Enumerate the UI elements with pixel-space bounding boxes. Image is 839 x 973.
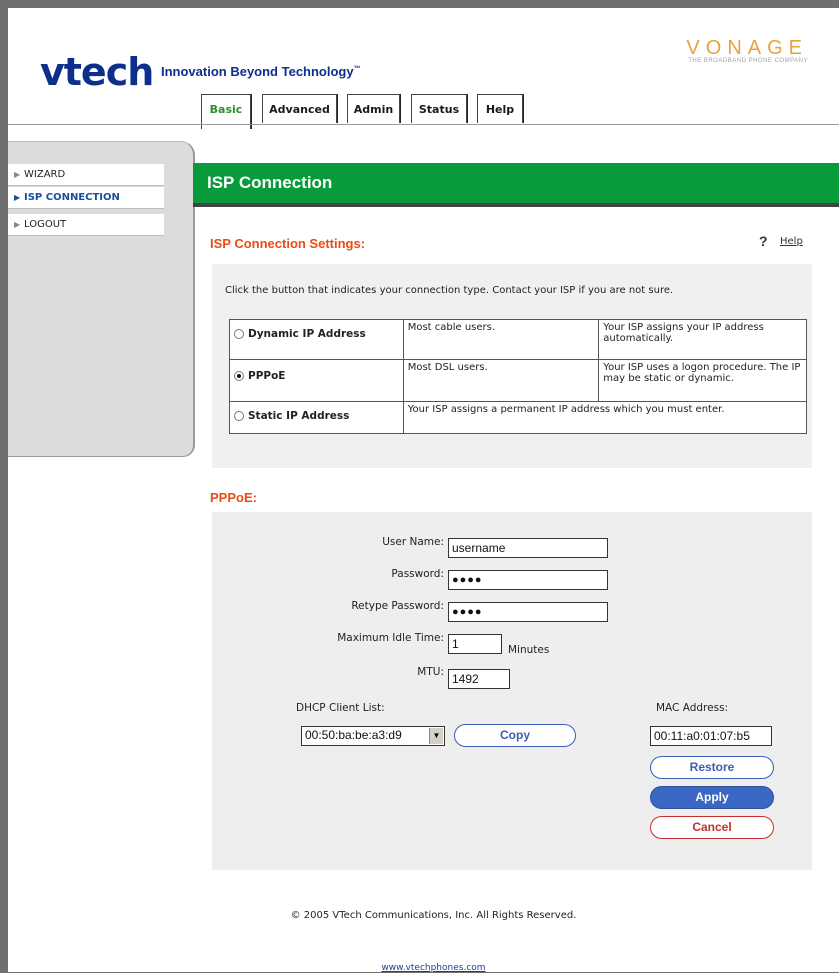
page-title: ISP Connection — [207, 173, 333, 192]
tab-baseline — [8, 124, 839, 125]
title-divider — [193, 203, 839, 207]
vonage-logo: VONAGE THE BROADBAND PHONE COMPANY — [628, 38, 808, 64]
radio-dynamic-ip[interactable] — [234, 329, 244, 339]
table-row: Dynamic IP Address Most cable users. You… — [229, 319, 807, 360]
section-title-settings: ISP Connection Settings: — [210, 236, 366, 251]
option-label: PPPoE — [248, 370, 286, 382]
mac-address-label: MAC Address: — [656, 702, 729, 714]
mac-address-input[interactable]: 00:11:a0:01:07:b5 — [650, 726, 772, 746]
sidebar: ▶ WIZARD ▶ ISP CONNECTION ▶ LOGOUT — [8, 141, 195, 457]
tab-advanced[interactable]: Advanced — [262, 94, 337, 123]
app-window: vtech Innovation Beyond Technology™ VONA… — [8, 8, 839, 973]
option-label: Dynamic IP Address — [248, 328, 366, 340]
pppoe-settings-box: User Name: username Password: ●●●● Retyp… — [212, 512, 812, 870]
sidebar-item-wizard[interactable]: ▶ WIZARD — [8, 164, 164, 186]
connection-settings-box: Click the button that indicates your con… — [212, 264, 812, 468]
help-link[interactable]: Help — [780, 236, 803, 247]
copyright-text: © 2005 VTech Communications, Inc. All Ri… — [290, 910, 577, 921]
arrow-right-icon: ▶ — [14, 170, 21, 179]
username-label: User Name: — [382, 536, 444, 548]
tab-help[interactable]: Help — [477, 94, 523, 123]
dhcp-client-list-label: DHCP Client List: — [296, 702, 385, 714]
idle-time-input[interactable]: 1 — [448, 634, 502, 654]
option-label: Static IP Address — [248, 410, 350, 422]
arrow-right-icon: ▶ — [14, 220, 21, 229]
vonage-wordmark: VONAGE — [686, 37, 808, 59]
tagline: Innovation Beyond Technology™ — [161, 64, 361, 79]
option-desc: Your ISP assigns a permanent IP address … — [402, 401, 808, 434]
page-header: vtech Innovation Beyond Technology™ VONA… — [8, 8, 839, 148]
help-icon[interactable]: ? — [759, 233, 768, 249]
sidebar-item-label: WIZARD — [24, 169, 66, 180]
dhcp-client-select[interactable]: 00:50:ba:be:a3:d9 ▼ — [301, 726, 445, 746]
retype-password-input[interactable]: ●●●● — [448, 602, 608, 622]
sidebar-item-logout[interactable]: ▶ LOGOUT — [8, 214, 164, 236]
table-row: PPPoE Most DSL users. Your ISP uses a lo… — [229, 359, 807, 402]
option-detail: Your ISP assigns your IP address automat… — [598, 319, 807, 360]
tab-status[interactable]: Status — [411, 94, 467, 123]
radio-pppoe[interactable] — [234, 371, 244, 381]
radio-static-ip[interactable] — [234, 411, 244, 421]
copy-button[interactable]: Copy — [454, 724, 576, 747]
cancel-button[interactable]: Cancel — [650, 816, 774, 839]
mtu-input[interactable]: 1492 — [448, 669, 510, 689]
sidebar-item-label: ISP CONNECTION — [24, 192, 120, 203]
apply-button[interactable]: Apply — [650, 786, 774, 809]
idle-time-unit: Minutes — [508, 644, 550, 656]
vonage-subtitle: THE BROADBAND PHONE COMPANY — [688, 58, 808, 64]
option-desc: Most DSL users. — [402, 359, 600, 402]
option-desc: Most cable users. — [402, 319, 600, 360]
mtu-label: MTU: — [417, 666, 444, 678]
option-pppoe[interactable]: PPPoE — [229, 359, 404, 402]
username-input[interactable]: username — [448, 538, 608, 558]
table-row: Static IP Address Your ISP assigns a per… — [229, 401, 808, 434]
restore-button[interactable]: Restore — [650, 756, 774, 779]
option-static-ip[interactable]: Static IP Address — [229, 401, 404, 434]
trademark-mark: ™ — [353, 65, 361, 73]
connection-type-table: Dynamic IP Address Most cable users. You… — [229, 319, 808, 434]
chevron-down-icon[interactable]: ▼ — [429, 728, 443, 744]
sidebar-item-isp-connection[interactable]: ▶ ISP CONNECTION — [8, 187, 164, 209]
dhcp-selected-value: 00:50:ba:be:a3:d9 — [305, 728, 402, 742]
section-title-pppoe: PPPoE: — [210, 490, 257, 505]
retype-password-label: Retype Password: — [351, 600, 444, 612]
instructions-text: Click the button that indicates your con… — [225, 285, 674, 296]
option-detail: Your ISP uses a logon procedure. The IP … — [598, 359, 807, 402]
tab-admin[interactable]: Admin — [347, 94, 400, 123]
sidebar-item-label: LOGOUT — [24, 219, 67, 230]
tagline-text: Innovation Beyond Technology — [161, 64, 354, 79]
vtech-logo: vtech — [40, 50, 154, 94]
arrow-right-icon: ▶ — [14, 193, 21, 202]
option-dynamic-ip[interactable]: Dynamic IP Address — [229, 319, 404, 360]
password-input[interactable]: ●●●● — [448, 570, 608, 590]
page-title-bar: ISP Connection — [193, 163, 839, 203]
password-label: Password: — [391, 568, 444, 580]
idle-time-label: Maximum Idle Time: — [337, 632, 444, 644]
